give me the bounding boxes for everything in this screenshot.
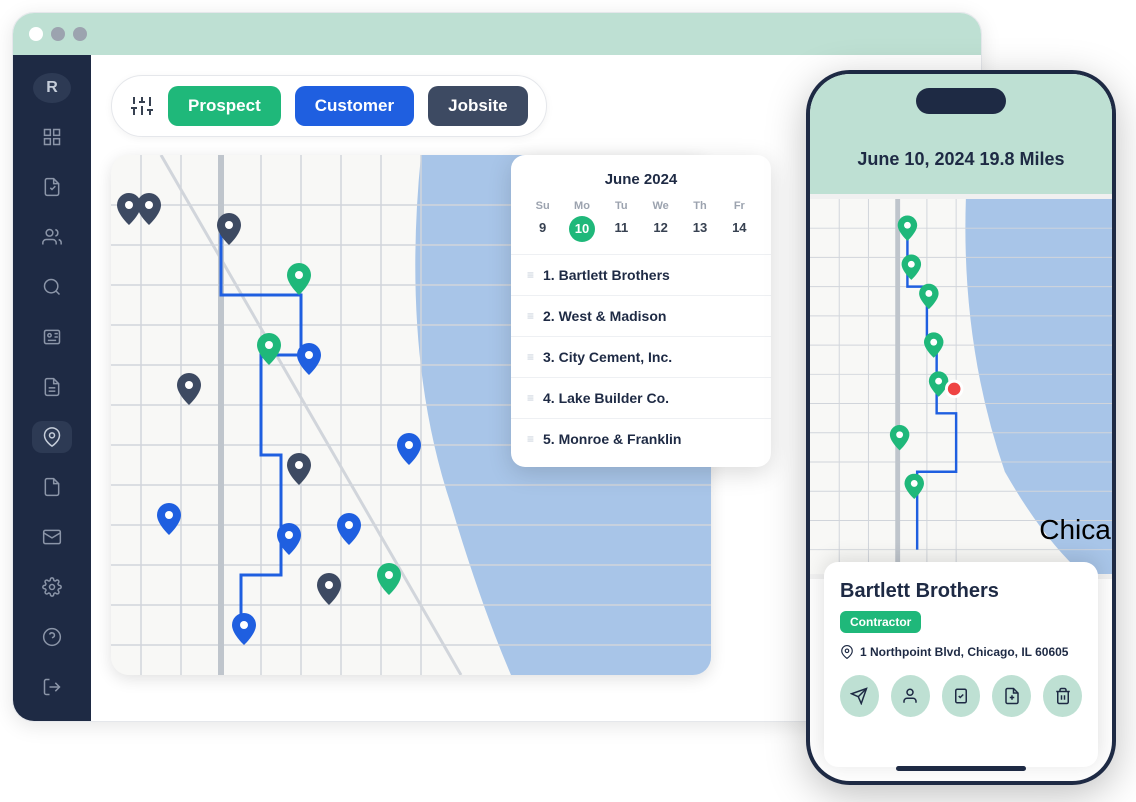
cal-head: Tu xyxy=(604,200,639,212)
help-icon[interactable] xyxy=(32,621,72,653)
cal-head: Su xyxy=(525,200,560,212)
contact-card-icon[interactable] xyxy=(32,321,72,353)
customer-address: 1 Northpoint Blvd, Chicago, IL 60605 xyxy=(840,645,1082,659)
pin-icon xyxy=(840,645,854,659)
route-item-label: 1. Bartlett Brothers xyxy=(543,267,670,283)
customer-name: Bartlett Brothers xyxy=(840,580,1082,603)
cal-head: Fr xyxy=(722,200,757,212)
navigate-button[interactable] xyxy=(840,675,879,717)
address-text: 1 Northpoint Blvd, Chicago, IL 60605 xyxy=(860,645,1068,659)
filter-jobsite[interactable]: Jobsite xyxy=(428,86,528,126)
calendar-title: June 2024 xyxy=(511,171,771,188)
route-panel: June 2024 Su Mo Tu We Th Fr 9 10 11 12 1… xyxy=(511,155,771,467)
cal-day[interactable]: 13 xyxy=(682,216,717,242)
file-icon[interactable] xyxy=(32,471,72,503)
home-indicator[interactable] xyxy=(896,766,1026,771)
window-control-maximize[interactable] xyxy=(73,27,87,41)
drag-handle-icon[interactable]: ≡ xyxy=(527,268,533,282)
drag-handle-icon[interactable]: ≡ xyxy=(527,432,533,446)
route-item[interactable]: ≡ 5. Monroe & Franklin xyxy=(511,418,771,459)
sidebar: R xyxy=(13,55,91,721)
customer-type-badge: Contractor xyxy=(840,611,921,633)
mobile-map[interactable]: Chicago xyxy=(810,194,1112,579)
current-location-marker[interactable] xyxy=(946,381,962,397)
delete-button[interactable] xyxy=(1043,675,1082,717)
route-item[interactable]: ≡ 2. West & Madison xyxy=(511,295,771,336)
mobile-detail-card: Bartlett Brothers Contractor 1 Northpoin… xyxy=(824,562,1098,767)
map-pin-icon[interactable] xyxy=(32,421,72,453)
cal-head: We xyxy=(643,200,678,212)
window-titlebar xyxy=(13,13,981,55)
mobile-device: June 10, 2024 19.8 Miles xyxy=(806,70,1116,785)
filter-prospect[interactable]: Prospect xyxy=(168,86,281,126)
route-item[interactable]: ≡ 1. Bartlett Brothers xyxy=(511,254,771,295)
calendar-grid: Su Mo Tu We Th Fr 9 10 11 12 13 14 xyxy=(511,200,771,254)
edit-document-icon[interactable] xyxy=(32,171,72,203)
mobile-date-label: June 10, 2024 19.8 Miles xyxy=(857,149,1064,170)
route-item[interactable]: ≡ 4. Lake Builder Co. xyxy=(511,377,771,418)
cal-day[interactable]: 14 xyxy=(722,216,757,242)
gear-icon[interactable] xyxy=(32,571,72,603)
sliders-icon[interactable] xyxy=(130,94,154,118)
contact-button[interactable] xyxy=(891,675,930,717)
people-icon[interactable] xyxy=(32,221,72,253)
route-item-label: 2. West & Madison xyxy=(543,308,666,324)
mail-icon[interactable] xyxy=(32,521,72,553)
checklist-button[interactable] xyxy=(942,675,981,717)
dashboard-icon[interactable] xyxy=(32,121,72,153)
app-logo[interactable]: R xyxy=(33,73,71,103)
cal-day[interactable]: 11 xyxy=(604,216,639,242)
drag-handle-icon[interactable]: ≡ xyxy=(527,350,533,364)
cal-day-selected[interactable]: 10 xyxy=(569,216,595,242)
route-item-label: 3. City Cement, Inc. xyxy=(543,349,672,365)
filter-customer[interactable]: Customer xyxy=(295,86,414,126)
route-item-label: 5. Monroe & Franklin xyxy=(543,431,681,447)
search-user-icon[interactable] xyxy=(32,271,72,303)
drag-handle-icon[interactable]: ≡ xyxy=(527,309,533,323)
document-list-icon[interactable] xyxy=(32,371,72,403)
city-label: Chicago xyxy=(1039,514,1112,546)
cal-day[interactable]: 9 xyxy=(525,216,560,242)
route-item-label: 4. Lake Builder Co. xyxy=(543,390,669,406)
route-item[interactable]: ≡ 3. City Cement, Inc. xyxy=(511,336,771,377)
cal-day[interactable]: 12 xyxy=(643,216,678,242)
cal-head: Mo xyxy=(564,200,599,212)
add-note-button[interactable] xyxy=(992,675,1031,717)
action-bar xyxy=(840,675,1082,717)
device-notch xyxy=(916,88,1006,114)
logout-icon[interactable] xyxy=(32,671,72,703)
drag-handle-icon[interactable]: ≡ xyxy=(527,391,533,405)
filter-bar: Prospect Customer Jobsite xyxy=(111,75,547,137)
cal-head: Th xyxy=(682,200,717,212)
window-control-close[interactable] xyxy=(29,27,43,41)
window-control-minimize[interactable] xyxy=(51,27,65,41)
